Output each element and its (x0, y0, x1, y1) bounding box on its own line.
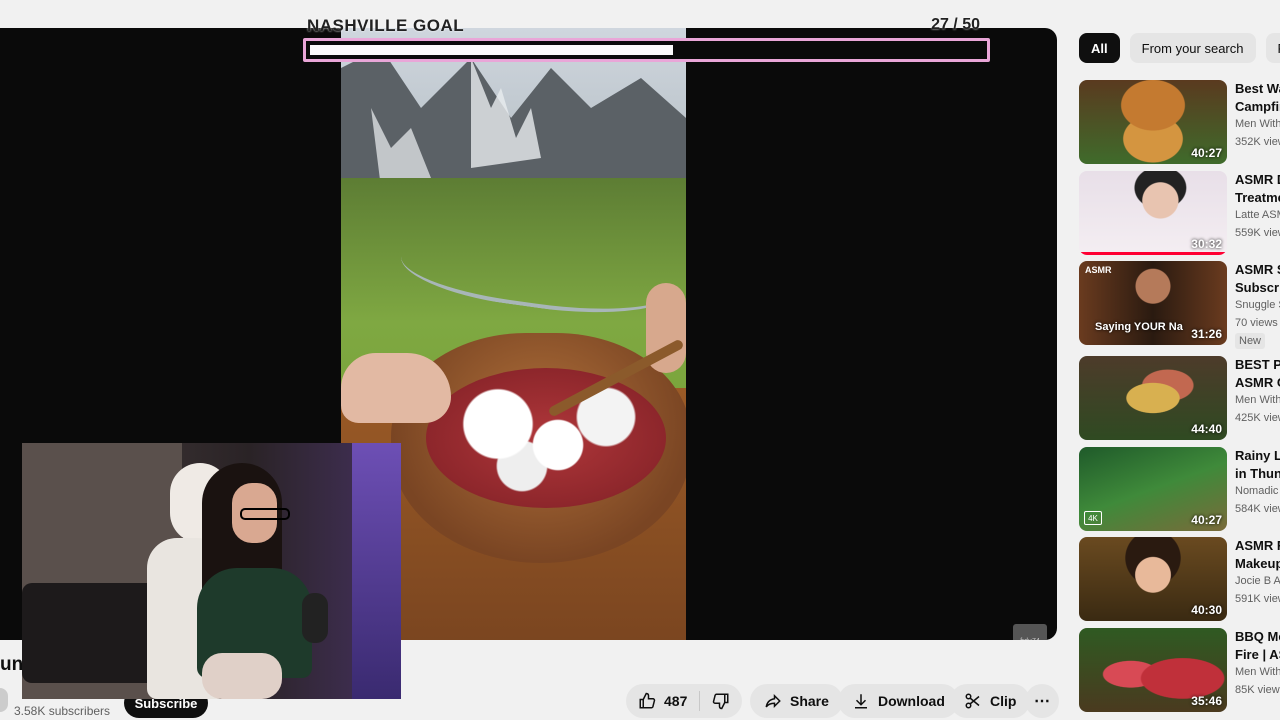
video-thumbnail[interactable]: 40:27 (1079, 80, 1227, 164)
video-hand (341, 353, 451, 423)
video-thumbnail[interactable]: ASMR Saying YOUR Na 31:26 (1079, 261, 1227, 345)
quality-4k-badge: 4K (1084, 511, 1102, 525)
video-watermark: ɓdu74 (1013, 624, 1047, 640)
video-title[interactable]: BEST PaASMR C (1235, 356, 1280, 392)
clip-label: Clip (990, 693, 1017, 709)
share-label: Share (790, 693, 829, 709)
channel-name[interactable]: Men With (1235, 666, 1280, 678)
streamer (192, 463, 322, 699)
channel-name[interactable]: Snuggle S (1235, 299, 1280, 311)
webcam-overlay (22, 443, 401, 699)
video-duration: 40:30 (1191, 603, 1222, 617)
channel-name[interactable]: Latte ASM (1235, 209, 1280, 221)
video-duration: 31:26 (1191, 327, 1222, 341)
recommendation-item[interactable]: 30:32 ASMR DTreatme Latte ASM 559K views (1079, 171, 1280, 255)
video-title[interactable]: ASMR FaMakeup (1235, 537, 1280, 573)
view-count: 584K views (1235, 503, 1280, 515)
recommendation-item[interactable]: 40:30 ASMR FaMakeup Jocie B A 591K views (1079, 537, 1280, 621)
thumbnail-caption: Saying YOUR Na (1095, 321, 1183, 333)
scissors-icon (964, 692, 982, 710)
goal-title: NASHVILLE GOAL (307, 16, 465, 35)
recommendation-item[interactable]: 35:46 BBQ MeFire | AS Men With 85K views (1079, 628, 1280, 712)
download-icon (852, 692, 870, 710)
download-label: Download (878, 693, 945, 709)
video-title[interactable]: ASMR DTreatme (1235, 171, 1280, 207)
goal-progress-fill (310, 45, 673, 55)
video-title[interactable]: Rainy Luin Thund (1235, 447, 1280, 483)
streamer-legs (202, 653, 282, 699)
video-thumbnail[interactable]: 40:30 (1079, 537, 1227, 621)
chip-all[interactable]: All (1079, 33, 1120, 63)
filter-chips: All From your search Fron (1079, 33, 1280, 63)
video-title[interactable]: BBQ MeFire | AS (1235, 628, 1280, 664)
recommendation-item[interactable]: 44:40 BEST PaASMR C Men With 425K views (1079, 356, 1280, 440)
video-title[interactable]: Best WaCampfire (1235, 80, 1280, 116)
thumbs-up-icon (638, 692, 656, 710)
more-icon: ⋯ (1034, 693, 1050, 710)
webcam-led-light (352, 443, 401, 699)
channel-name[interactable]: Men With (1235, 118, 1280, 130)
video-duration: 40:27 (1191, 513, 1222, 527)
share-button[interactable]: Share (750, 684, 843, 718)
view-count: 352K views (1235, 136, 1280, 148)
video-thumbnail[interactable]: 44:40 (1079, 356, 1227, 440)
thumbnail-tag: ASMR (1085, 265, 1112, 275)
watch-progress (1079, 252, 1227, 255)
video-food (426, 368, 666, 508)
view-count: 559K views (1235, 227, 1280, 239)
video-title[interactable]: ASMR SSubscrib (1235, 261, 1280, 297)
streamer-glasses (240, 508, 290, 520)
like-count: 487 (664, 693, 688, 709)
goal-count: 27 / 50 (931, 16, 980, 33)
like-dislike-group: 487 (626, 684, 743, 718)
video-duration: 40:27 (1191, 146, 1222, 160)
like-button[interactable]: 487 (626, 684, 699, 718)
share-icon (764, 692, 782, 710)
new-badge: New (1235, 333, 1266, 349)
subscriber-count: 3.58K subscribers (14, 704, 111, 718)
recommendation-item[interactable]: 4K 40:27 Rainy Luin Thund Nomadic 584K v… (1079, 447, 1280, 531)
video-duration: 30:32 (1191, 237, 1222, 251)
channel-avatar[interactable] (0, 688, 8, 712)
recommendation-item[interactable]: 40:27 Best WaCampfire Men With 352K view… (1079, 80, 1280, 164)
video-duration: 44:40 (1191, 422, 1222, 436)
thumbs-down-icon (712, 692, 730, 710)
goal-progress-bar (303, 38, 990, 62)
channel-name[interactable]: Jocie B A (1235, 575, 1280, 587)
channel-name[interactable]: Men With (1235, 394, 1280, 406)
microphone (302, 593, 328, 643)
chip-from-your-search[interactable]: From your search (1129, 33, 1256, 63)
dislike-button[interactable] (700, 684, 742, 718)
clip-button[interactable]: Clip (950, 684, 1031, 718)
video-thumbnail[interactable]: 30:32 (1079, 171, 1227, 255)
view-count: 425K views (1235, 412, 1280, 424)
download-button[interactable]: Download (838, 684, 959, 718)
channel-name[interactable]: Nomadic (1235, 485, 1278, 497)
video-thumbnail[interactable]: 35:46 (1079, 628, 1227, 712)
video-thumbnail[interactable]: 4K 40:27 (1079, 447, 1227, 531)
video-duration: 35:46 (1191, 694, 1222, 708)
view-count: 70 views (1235, 317, 1278, 329)
chip-from[interactable]: Fron (1265, 33, 1280, 63)
view-count: 591K views (1235, 593, 1280, 605)
view-count: 85K views (1235, 684, 1280, 696)
more-actions-button[interactable]: ⋯ (1025, 684, 1059, 718)
